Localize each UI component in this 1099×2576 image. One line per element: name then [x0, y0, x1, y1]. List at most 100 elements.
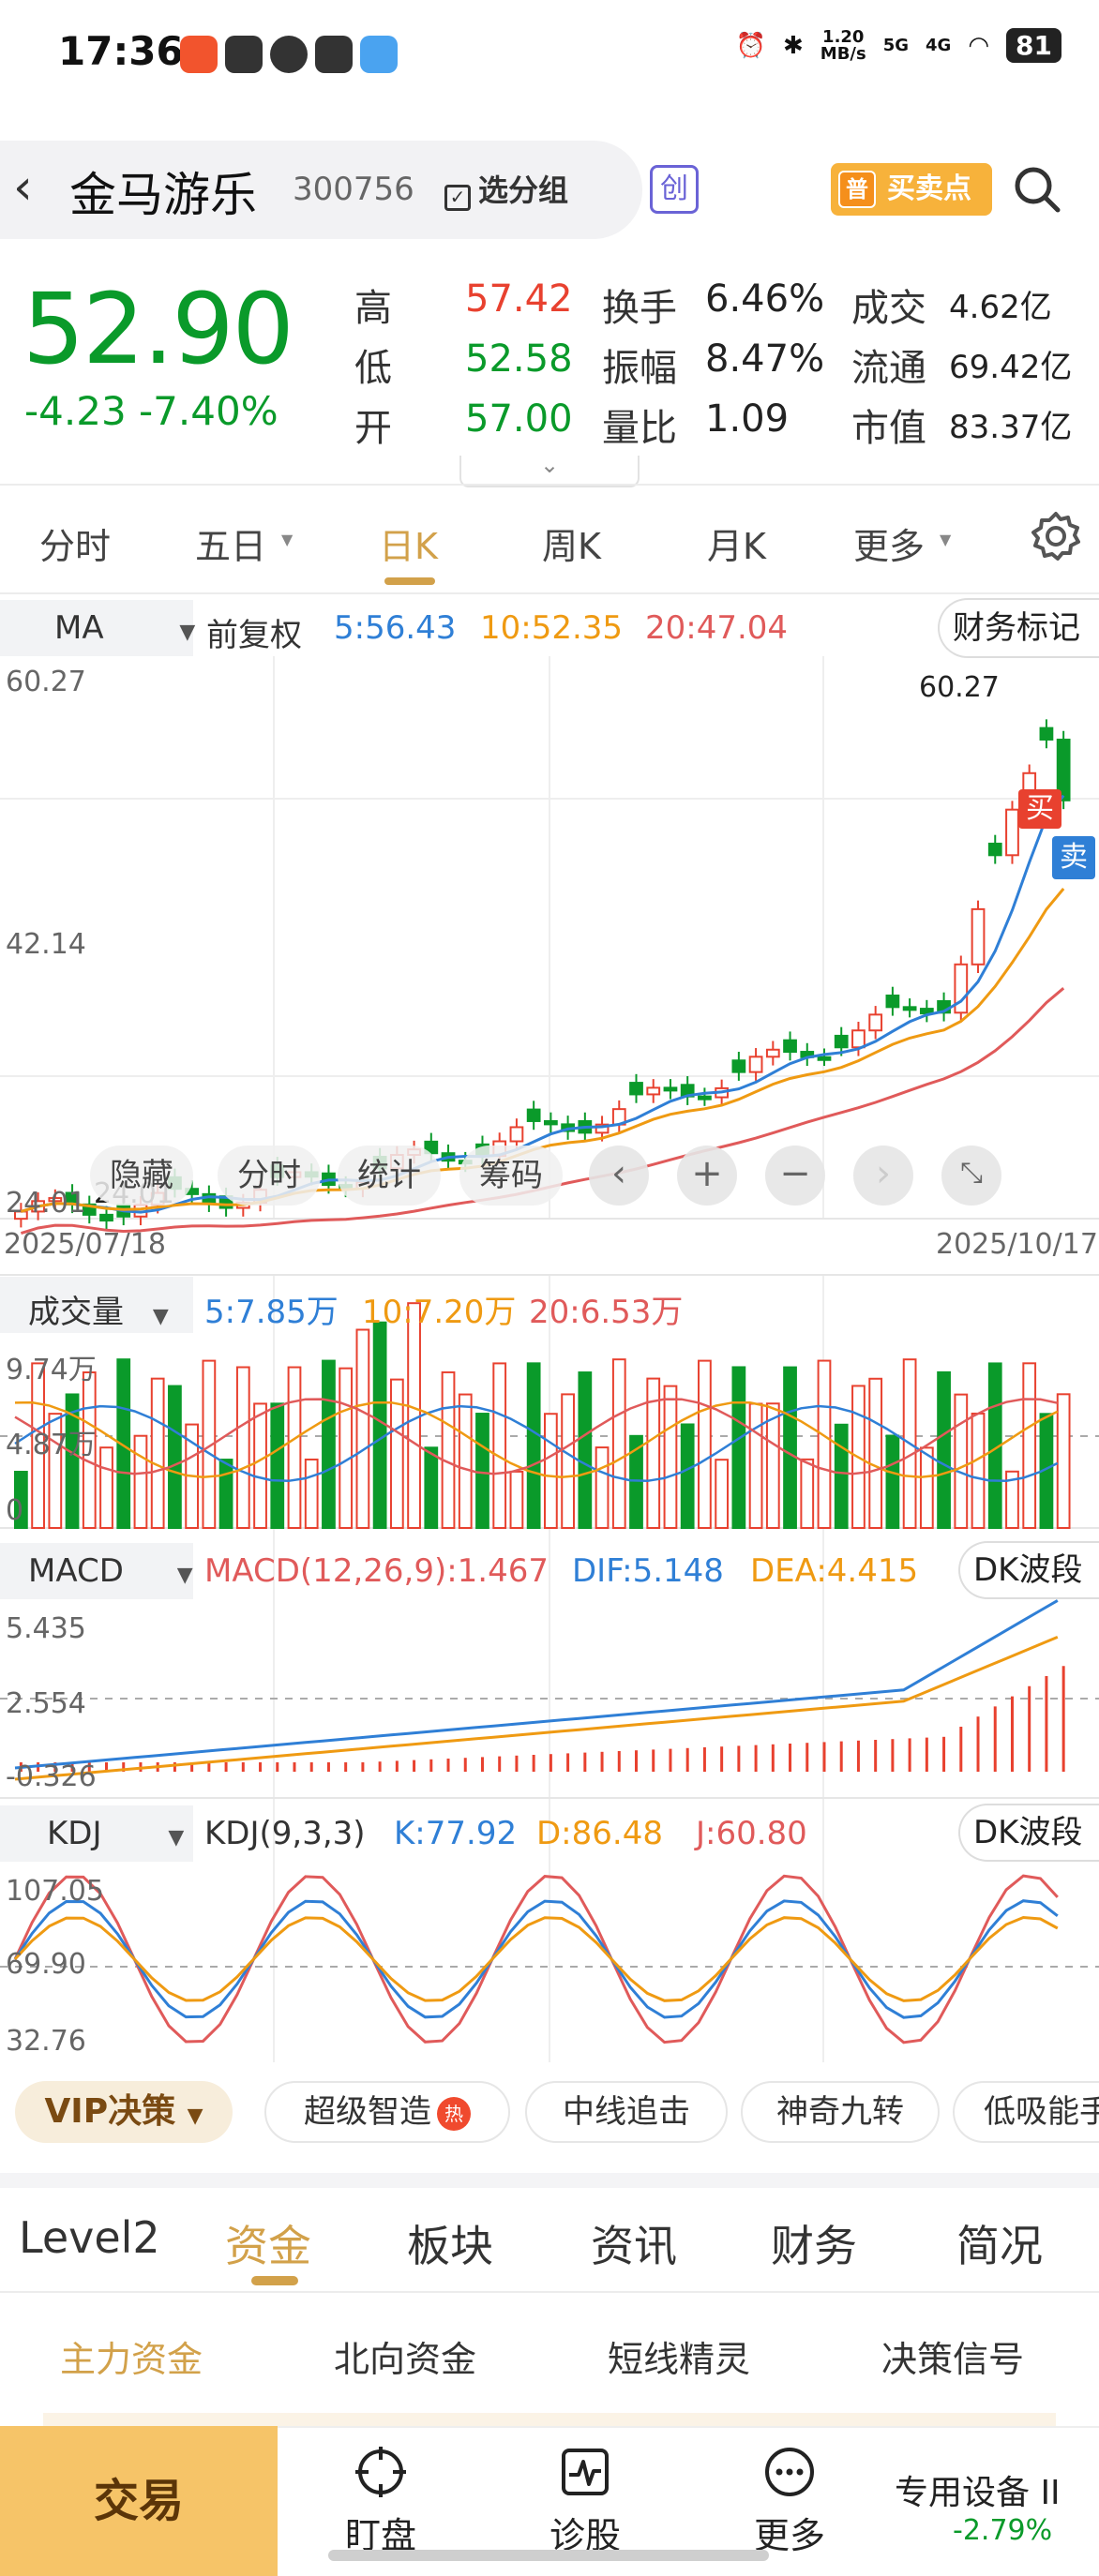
- date-end: 2025/10/17: [936, 1228, 1098, 1261]
- tab-chart-period[interactable]: 五日: [195, 517, 266, 569]
- vol20-value: 20:6.53万: [529, 1294, 684, 1331]
- quote-label: 开: [354, 407, 392, 450]
- tab-function[interactable]: 资金: [225, 2212, 311, 2274]
- adjust-mode[interactable]: 前复权: [206, 609, 302, 655]
- volume-y-top: 9.74万: [6, 1354, 97, 1386]
- diagnose-nav[interactable]: 诊股: [510, 2445, 660, 2558]
- volume-bar: [611, 1358, 626, 1529]
- app-notification-icon: [360, 36, 398, 73]
- finance-mark-button[interactable]: 财务标记: [938, 598, 1099, 658]
- chip-super-manufacturing[interactable]: 超级智造热: [264, 2081, 510, 2143]
- active-tab-indicator: [384, 577, 435, 585]
- candle-body: [1005, 808, 1019, 857]
- fullscreen-icon[interactable]: ⤡: [941, 1146, 1001, 1206]
- stock-code: 300756: [293, 171, 414, 208]
- chevron-right-icon[interactable]: ›: [853, 1146, 913, 1206]
- hide-tool-button[interactable]: 隐藏: [90, 1146, 193, 1206]
- candle-body: [526, 1108, 541, 1122]
- volume-bar: [868, 1377, 883, 1530]
- tab-function[interactable]: 资讯: [591, 2212, 677, 2274]
- divider: [0, 2291, 1099, 2293]
- candle-body: [868, 1013, 883, 1032]
- tab-chart-period[interactable]: 更多: [853, 517, 925, 569]
- tab-chart-period[interactable]: 分时: [39, 517, 111, 569]
- tab-chart-period[interactable]: 周K: [542, 517, 601, 569]
- volume-bar: [235, 1366, 250, 1530]
- tab-chart-period[interactable]: 月K: [707, 517, 766, 569]
- intraday-tool-button[interactable]: 分时: [218, 1146, 321, 1206]
- search-icon[interactable]: [1011, 163, 1063, 216]
- volume-bar: [475, 1413, 489, 1529]
- app-notification-icon: [225, 36, 263, 73]
- macd-y-mid: 2.554: [6, 1687, 86, 1720]
- trade-button[interactable]: 交易: [0, 2426, 278, 2576]
- vol5-value: 5:7.85万: [204, 1294, 339, 1331]
- candle-body: [731, 1059, 746, 1073]
- back-icon[interactable]: ‹: [13, 159, 33, 216]
- tab-function[interactable]: Level2: [19, 2212, 160, 2263]
- vol10-value: 10:7.20万: [362, 1294, 517, 1331]
- ticker-change: -2.79%: [953, 2514, 1053, 2547]
- bluetooth-icon: ✱: [783, 31, 804, 60]
- candle-body: [817, 1056, 832, 1061]
- gear-icon[interactable]: [1028, 508, 1084, 564]
- candle-body: [509, 1126, 524, 1143]
- zoom-in-icon[interactable]: +: [677, 1146, 737, 1206]
- volume-bar: [287, 1366, 302, 1529]
- tab-function[interactable]: 财务: [771, 2212, 857, 2274]
- tab-chart-period[interactable]: 日K: [379, 517, 438, 569]
- chip-low-buy[interactable]: 低吸能手: [953, 2081, 1099, 2143]
- volume-bar: [954, 1393, 969, 1529]
- volume-bar: [1056, 1393, 1071, 1530]
- volume-bar: [355, 1328, 370, 1529]
- volume-bar: [372, 1321, 387, 1529]
- home-indicator[interactable]: [328, 2550, 769, 2561]
- candle-body: [987, 842, 1002, 857]
- candle-body: [765, 1048, 780, 1058]
- dropdown-arrow-icon: ▼: [281, 531, 294, 548]
- watch-nav[interactable]: 盯盘: [306, 2445, 456, 2558]
- volume-bar: [168, 1385, 182, 1529]
- volume-bar: [270, 1402, 285, 1529]
- vip-decision-button[interactable]: VIP决策 ▼: [15, 2081, 233, 2143]
- date-start: 2025/07/18: [4, 1228, 166, 1261]
- buy-sell-point-button[interactable]: 普 买卖点: [831, 163, 992, 216]
- expand-quote-button[interactable]: ⌄: [459, 454, 640, 487]
- quote-value: 1.09: [705, 397, 790, 441]
- ticker-name[interactable]: 专用设备 II: [895, 2465, 1061, 2514]
- k-value: K:77.92: [394, 1815, 518, 1852]
- stats-tool-button[interactable]: 统计: [338, 1146, 441, 1206]
- chip-magic-nine[interactable]: 神奇九转: [741, 2081, 940, 2143]
- zoom-out-icon[interactable]: −: [765, 1146, 825, 1206]
- buy-signal[interactable]: 买: [1018, 789, 1061, 829]
- tab-capital[interactable]: 北向资金: [334, 2330, 476, 2382]
- pulse-chart-icon: [562, 2449, 609, 2495]
- chips-tool-button[interactable]: 筹码: [459, 1146, 563, 1206]
- quote-label: 市值: [851, 407, 926, 450]
- more-nav[interactable]: 更多: [715, 2445, 865, 2558]
- select-group-button[interactable]: ✓ 选分组: [444, 167, 568, 211]
- dk-band-button[interactable]: DK波段: [958, 1541, 1099, 1599]
- pu-badge: 普: [838, 171, 876, 208]
- tab-capital[interactable]: 决策信号: [881, 2330, 1024, 2382]
- candle-body: [748, 1056, 763, 1073]
- chevron-left-icon[interactable]: ‹: [589, 1146, 649, 1206]
- volume-bar: [731, 1366, 746, 1529]
- macd-y-bottom: -0.326: [6, 1760, 97, 1793]
- volume-bar: [1022, 1362, 1037, 1529]
- kdj-y-mid: 69.90: [6, 1948, 86, 1981]
- tab-capital[interactable]: 短线精灵: [608, 2330, 750, 2382]
- tab-function[interactable]: 板块: [407, 2212, 493, 2274]
- tab-capital[interactable]: 主力资金: [60, 2330, 203, 2382]
- quote-value: 57.00: [465, 397, 573, 441]
- dk-band-button[interactable]: DK波段: [958, 1804, 1099, 1862]
- signal-4g-icon: 4G: [926, 36, 952, 55]
- candle-body: [954, 963, 969, 1014]
- chip-midline[interactable]: 中线追击: [525, 2081, 728, 2143]
- tab-function[interactable]: 简况: [956, 2212, 1043, 2274]
- volume-bar: [595, 1446, 610, 1530]
- sell-signal[interactable]: 卖: [1052, 836, 1095, 879]
- volume-bar: [441, 1370, 456, 1529]
- volume-bar: [937, 1370, 951, 1529]
- candle-body: [851, 1029, 866, 1049]
